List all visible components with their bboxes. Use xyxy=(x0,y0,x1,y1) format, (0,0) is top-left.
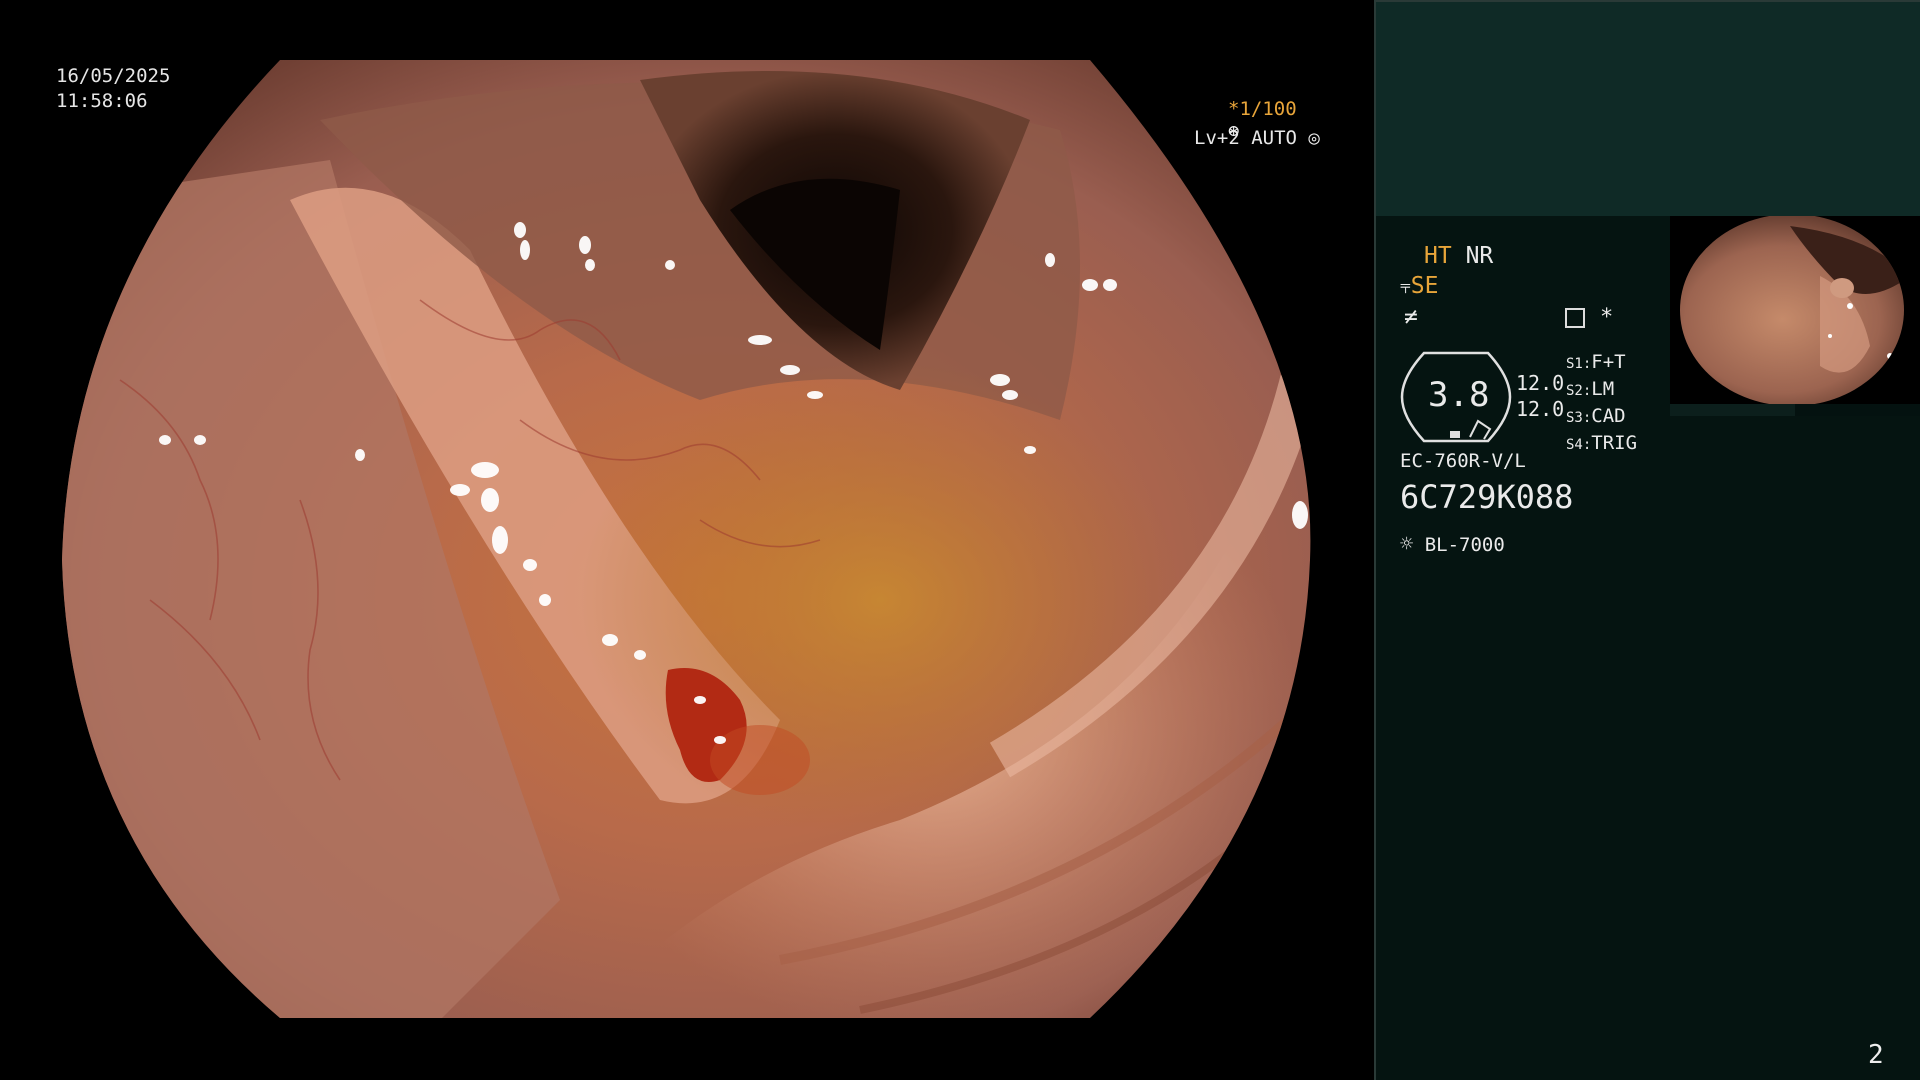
capture-thumbnail[interactable] xyxy=(1670,216,1920,404)
shutter-value: *1/100 xyxy=(1228,98,1297,120)
endoscope-view: 16/05/2025 11:58:06 *1/100 ⊛ Lv+2 AUTO ◎ xyxy=(0,0,1374,1080)
freeze-icon: ≠ xyxy=(1404,304,1418,330)
se-label: SE xyxy=(1410,273,1439,299)
scope-serial: 6C729K088 xyxy=(1400,478,1574,516)
ht-label-row: HT NR xyxy=(1424,243,1493,269)
menu-icon xyxy=(1565,308,1585,328)
scope-model: EC-760R-V/L xyxy=(1400,450,1526,472)
auto-iris-icon: ◎ xyxy=(1308,127,1320,149)
endoscopic-image xyxy=(62,60,1311,1018)
setting-value-1: 12.0 xyxy=(1516,371,1565,395)
structure-icon: ⫧ xyxy=(1400,276,1411,298)
page-number: 2 xyxy=(1868,1040,1884,1070)
light-icon: ☼ xyxy=(1400,532,1414,557)
switch-s2: S2:LM xyxy=(1566,378,1615,400)
asterisk-mark: * xyxy=(1600,305,1614,330)
time-readout: 11:58:06 xyxy=(56,90,148,112)
light-source: ☼ BL-7000 xyxy=(1400,532,1505,557)
brightness-level: Lv+2 AUTO ◎ xyxy=(1194,127,1320,149)
switch-list: S1:F+T S2:LM S3:CAD S4:TRIG xyxy=(1566,350,1637,458)
thumbnail-caption-bar-dark xyxy=(1795,404,1920,416)
setting-value-2: 12.0 xyxy=(1516,397,1565,421)
ht-label: HT xyxy=(1424,243,1452,269)
switch-s3: S3:CAD xyxy=(1566,405,1626,427)
zoom-indicator: 3.8 xyxy=(1400,351,1512,443)
zoom-value: 3.8 xyxy=(1428,375,1490,415)
setting-values: 12.0 12.0 xyxy=(1516,370,1564,422)
se-label-row: ⫧SE xyxy=(1400,273,1438,299)
date-readout: 16/05/2025 xyxy=(56,65,171,87)
nr-label: NR xyxy=(1465,243,1494,269)
switch-s4: S4:TRIG xyxy=(1566,432,1638,454)
info-panel-top xyxy=(1374,0,1920,216)
light-source-label: BL-7000 xyxy=(1424,534,1505,556)
thumbnail-image xyxy=(1670,216,1920,404)
switch-s1: S1:F+T xyxy=(1566,351,1626,373)
level-value: Lv+2 AUTO xyxy=(1194,127,1297,149)
